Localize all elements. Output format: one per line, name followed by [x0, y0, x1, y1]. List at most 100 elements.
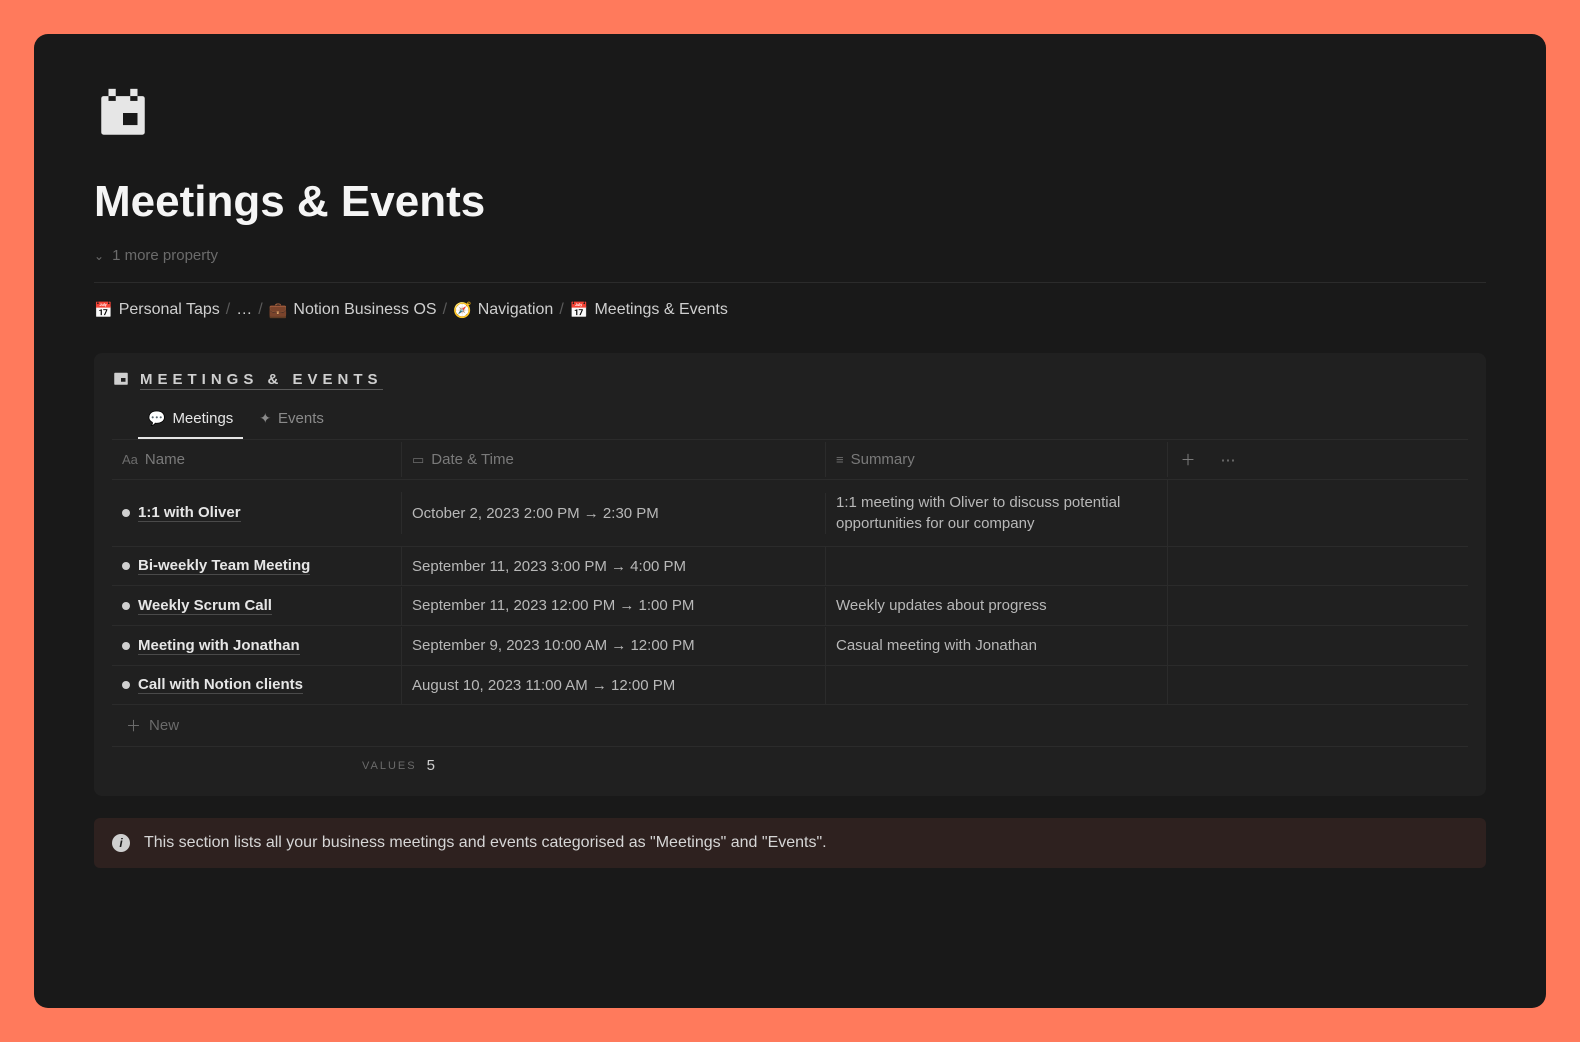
calendar-icon: 📅	[570, 301, 589, 319]
cell-name[interactable]: Weekly Scrum Call	[112, 587, 402, 625]
cell-blank	[1168, 587, 1208, 625]
cell-datetime[interactable]: September 11, 2023 12:00 PM → 1:00 PM	[402, 587, 826, 625]
breadcrumb-label: Meetings & Events	[594, 301, 727, 319]
row-title: 1:1 with Oliver	[138, 504, 241, 522]
values-count: 5	[427, 757, 435, 774]
database-table: Aa Name ▭ Date & Time ≡ Summary ＋ ⋯ 1:1 …	[112, 439, 1468, 774]
cell-name[interactable]: Call with Notion clients	[112, 666, 402, 704]
bullet-icon	[122, 681, 130, 689]
calendar-icon: ▭	[412, 452, 424, 468]
briefcase-icon: 💼	[269, 301, 288, 319]
cell-blank	[1168, 627, 1208, 665]
table-more-button[interactable]: ⋯	[1208, 442, 1248, 478]
table-header: Aa Name ▭ Date & Time ≡ Summary ＋ ⋯	[112, 439, 1468, 480]
column-header-name[interactable]: Aa Name	[112, 442, 402, 477]
divider	[94, 282, 1486, 283]
chevron-down-icon: ⌄	[94, 249, 104, 263]
breadcrumb-label: …	[236, 301, 252, 319]
breadcrumb-item[interactable]: 💼 Notion Business OS	[269, 301, 437, 319]
row-title: Weekly Scrum Call	[138, 597, 272, 615]
breadcrumb-item[interactable]: 🧭 Navigation	[453, 301, 553, 319]
database-container: MEETINGS & EVENTS 💬 Meetings ✦ Events Aa…	[94, 353, 1486, 796]
calendar-icon	[94, 84, 152, 142]
row-title: Bi-weekly Team Meeting	[138, 557, 310, 575]
breadcrumb: 📅 Personal Taps / … / 💼 Notion Business …	[94, 301, 1486, 319]
breadcrumb-label: Notion Business OS	[293, 301, 436, 319]
cell-datetime[interactable]: September 9, 2023 10:00 AM → 12:00 PM	[402, 627, 826, 665]
cell-name[interactable]: 1:1 with Oliver	[112, 492, 402, 534]
cell-blank	[1208, 627, 1248, 665]
cell-blank	[1208, 494, 1248, 532]
database-title[interactable]: MEETINGS & EVENTS	[140, 371, 383, 390]
cell-datetime[interactable]: September 11, 2023 3:00 PM → 4:00 PM	[402, 547, 826, 585]
compass-icon: 🧭	[453, 301, 472, 319]
tab-label: Events	[278, 410, 324, 427]
row-title: Meeting with Jonathan	[138, 637, 300, 655]
page-icon[interactable]	[94, 84, 1486, 147]
plus-icon: ＋	[126, 715, 141, 736]
breadcrumb-label: Personal Taps	[119, 301, 220, 319]
cell-blank	[1168, 666, 1208, 704]
sparkle-icon: ✦	[259, 410, 271, 427]
cell-summary[interactable]: 1:1 meeting with Oliver to discuss poten…	[826, 480, 1168, 546]
info-icon: i	[112, 834, 130, 852]
bullet-icon	[122, 562, 130, 570]
table-row[interactable]: Weekly Scrum Call September 11, 2023 12:…	[112, 586, 1468, 626]
cell-datetime[interactable]: October 2, 2023 2:00 PM → 2:30 PM	[402, 493, 826, 534]
column-label: Summary	[851, 451, 915, 468]
new-label: New	[149, 717, 179, 734]
text-icon: Aa	[122, 452, 138, 467]
tab-meetings[interactable]: 💬 Meetings	[138, 402, 243, 439]
calendar-icon: 📅	[94, 301, 113, 319]
cell-summary[interactable]: Weekly updates about progress	[826, 586, 1168, 625]
column-header-summary[interactable]: ≡ Summary	[826, 442, 1168, 477]
callout-text: This section lists all your business mee…	[144, 834, 827, 852]
tabs: 💬 Meetings ✦ Events	[120, 402, 1486, 439]
breadcrumb-item[interactable]: …	[236, 301, 252, 319]
cell-name[interactable]: Meeting with Jonathan	[112, 627, 402, 665]
table-row[interactable]: 1:1 with Oliver October 2, 2023 2:00 PM …	[112, 480, 1468, 547]
page-title[interactable]: Meetings & Events	[94, 177, 1486, 227]
more-properties-label: 1 more property	[112, 247, 218, 264]
cell-summary[interactable]: Casual meeting with Jonathan	[826, 626, 1168, 665]
column-header-datetime[interactable]: ▭ Date & Time	[402, 442, 826, 477]
cell-datetime[interactable]: August 10, 2023 11:00 AM → 12:00 PM	[402, 666, 826, 704]
breadcrumb-separator: /	[443, 301, 447, 319]
column-label: Date & Time	[431, 451, 514, 468]
add-column-button[interactable]: ＋	[1168, 440, 1208, 479]
app-window: Meetings & Events ⌄ 1 more property 📅 Pe…	[34, 34, 1546, 1008]
table-footer: VALUES 5	[112, 747, 1468, 774]
table-row[interactable]: Bi-weekly Team Meeting September 11, 202…	[112, 547, 1468, 586]
new-row-button[interactable]: ＋ New	[112, 705, 1468, 747]
bullet-icon	[122, 509, 130, 517]
chat-icon: 💬	[148, 410, 165, 427]
database-title-row: MEETINGS & EVENTS	[94, 369, 1486, 402]
tab-label: Meetings	[172, 410, 233, 427]
bullet-icon	[122, 602, 130, 610]
info-callout: i This section lists all your business m…	[94, 818, 1486, 868]
cell-blank	[1168, 494, 1208, 532]
cell-summary[interactable]	[826, 547, 1168, 585]
cell-blank	[1208, 587, 1248, 625]
column-label: Name	[145, 451, 185, 468]
table-row[interactable]: Meeting with Jonathan September 9, 2023 …	[112, 626, 1468, 666]
cell-summary[interactable]	[826, 666, 1168, 704]
bullet-icon	[122, 642, 130, 650]
calendar-icon	[112, 369, 130, 392]
cell-blank	[1168, 547, 1208, 585]
tab-events[interactable]: ✦ Events	[249, 402, 334, 439]
cell-blank	[1208, 666, 1248, 704]
cell-name[interactable]: Bi-weekly Team Meeting	[112, 547, 402, 585]
cell-blank	[1208, 547, 1248, 585]
breadcrumb-separator: /	[226, 301, 230, 319]
breadcrumb-separator: /	[559, 301, 563, 319]
lines-icon: ≡	[836, 452, 844, 467]
breadcrumb-item[interactable]: 📅 Meetings & Events	[570, 301, 728, 319]
breadcrumb-separator: /	[258, 301, 262, 319]
more-properties-toggle[interactable]: ⌄ 1 more property	[94, 247, 1486, 264]
table-row[interactable]: Call with Notion clients August 10, 2023…	[112, 666, 1468, 705]
values-label: VALUES	[362, 760, 417, 772]
row-title: Call with Notion clients	[138, 676, 303, 694]
breadcrumb-item[interactable]: 📅 Personal Taps	[94, 301, 220, 319]
breadcrumb-label: Navigation	[478, 301, 554, 319]
